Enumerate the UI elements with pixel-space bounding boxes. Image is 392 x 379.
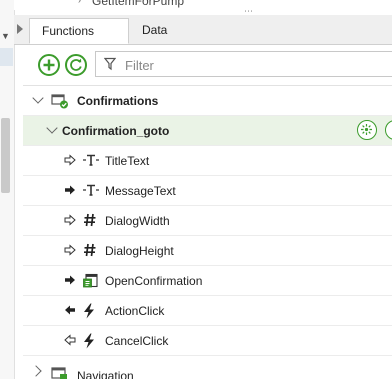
tab-functions[interactable]: Functions — [29, 18, 129, 44]
adjacent-scrollbar-thumb[interactable] — [1, 118, 10, 193]
adjacent-pane-edge: ▼ — [0, 0, 15, 379]
tree-group-label: Confirmations — [77, 94, 159, 108]
filter-input[interactable] — [123, 55, 377, 75]
tree-group-navigation[interactable]: Navigation — [23, 356, 392, 379]
splitter-grip-icon[interactable]: ⋯ — [244, 7, 254, 16]
input-arrow-icon — [64, 244, 76, 256]
functions-toolbar — [23, 45, 392, 86]
filter-field[interactable] — [95, 51, 392, 77]
tree-item-label: DialogWidth — [105, 214, 170, 228]
tree-item-label: CancelClick — [105, 334, 169, 348]
tree-function-label: Confirmation_goto — [62, 124, 170, 138]
output-arrow-icon — [65, 185, 75, 195]
tree-item[interactable]: DialogHeight — [23, 236, 392, 266]
function-options-button[interactable] — [385, 120, 392, 140]
tree-item-label: MessageText — [105, 184, 176, 198]
input-arrow-icon — [64, 154, 76, 166]
tree-item[interactable]: CancelClick — [23, 326, 392, 356]
tree-item[interactable]: ActionClick — [23, 296, 392, 326]
refresh-button[interactable] — [65, 54, 87, 76]
add-circle-icon — [43, 59, 55, 71]
event-bolt-icon — [84, 333, 94, 349]
functions-tree: Confirmations Confirmation_goto TitleTex… — [23, 86, 392, 379]
tab-data-properties[interactable]: Data Properties — [130, 18, 234, 62]
tree-group-label: Navigation — [77, 369, 134, 379]
tab-functions-label: Functions — [42, 24, 95, 38]
tree-item[interactable]: MessageText — [23, 176, 392, 206]
tree-item[interactable]: TitleText — [23, 146, 392, 176]
event-in-arrow-icon — [65, 305, 75, 315]
number-type-icon — [84, 213, 96, 227]
filter-icon — [104, 57, 116, 71]
tab-strip: Functions Data Properties — [14, 15, 392, 62]
input-arrow-icon — [64, 214, 76, 226]
tree-item-label: ActionClick — [105, 304, 165, 318]
tree-item-label: OpenConfirmation — [105, 274, 203, 288]
text-type-icon — [83, 154, 99, 166]
chevron-right-icon[interactable] — [30, 365, 42, 377]
text-type-icon — [83, 184, 99, 196]
adjacent-selected-row — [0, 48, 13, 66]
tree-item[interactable]: DialogWidth — [23, 206, 392, 236]
trigger-function-button[interactable] — [357, 120, 377, 140]
collapse-arrow-icon[interactable] — [17, 24, 23, 34]
number-type-icon — [84, 243, 96, 257]
add-function-button[interactable] — [38, 54, 60, 76]
chevron-down-icon[interactable] — [32, 92, 44, 104]
refresh-icon — [70, 58, 82, 71]
tree-item-label: DialogHeight — [105, 244, 174, 258]
mashup-icon — [51, 367, 67, 379]
tree-item-label: TitleText — [105, 154, 150, 168]
service-icon — [83, 273, 98, 288]
chevron-down-icon[interactable] — [46, 122, 58, 134]
peek-label: GetItemForPump — [92, 0, 185, 8]
event-bolt-icon — [84, 303, 94, 319]
tree-item[interactable]: OpenConfirmation — [23, 266, 392, 296]
tree-row-peek: › GetItemForPump — [14, 0, 392, 10]
event-out-arrow-icon — [64, 334, 76, 346]
chevron-down-icon[interactable]: ▼ — [1, 31, 10, 41]
tree-group-confirmations[interactable]: Confirmations — [23, 86, 392, 116]
chevron-right-icon: › — [78, 0, 81, 5]
sparkle-icon — [361, 124, 372, 135]
tree-function-confirmation-goto[interactable]: Confirmation_goto — [23, 116, 392, 146]
mashup-check-icon — [51, 94, 68, 109]
output-arrow-icon — [65, 275, 75, 285]
